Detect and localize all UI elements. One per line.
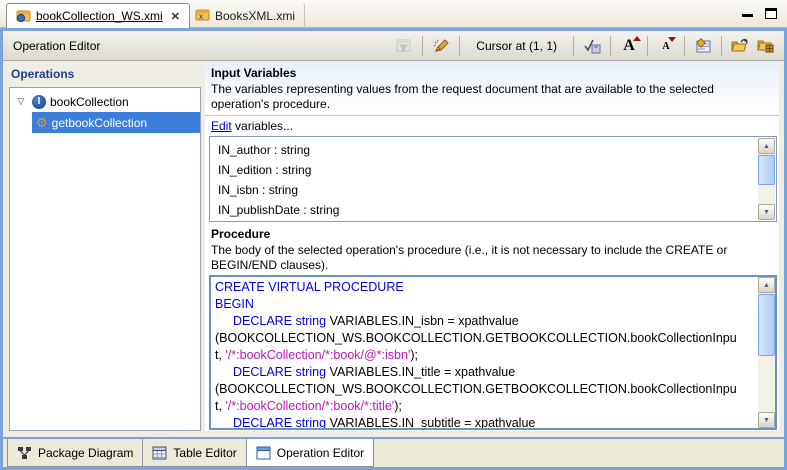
toolbar-separator bbox=[647, 36, 648, 56]
increase-font-icon[interactable]: A bbox=[617, 34, 641, 58]
operation-gear-icon: ⚙ bbox=[36, 116, 48, 129]
tab-bookcollection-ws[interactable]: bookCollection_WS.xmi ✕ bbox=[6, 3, 190, 28]
toolbar-separator bbox=[721, 36, 722, 56]
procedure-description: The body of the selected operation's pro… bbox=[205, 243, 779, 275]
code-line: t, '/*:bookCollection/*:book/*:title'); bbox=[215, 398, 757, 415]
interface-icon: I bbox=[32, 95, 46, 109]
tree-item-operation-selected[interactable]: ⚙ getbookCollection bbox=[32, 112, 200, 133]
scroll-down-icon[interactable]: ▼ bbox=[758, 412, 775, 428]
tab-label: Operation Editor bbox=[277, 446, 364, 460]
operation-editor-icon bbox=[256, 446, 271, 460]
procedure-code-editor[interactable]: CREATE VIRTUAL PROCEDURE BEGIN DECLARE s… bbox=[209, 275, 777, 430]
section-separator bbox=[205, 115, 779, 116]
toolbar-separator bbox=[610, 36, 611, 56]
procedure-section: Procedure The body of the selected opera… bbox=[205, 222, 779, 431]
code-line: (BOOKCOLLECTION_WS.BOOKCOLLECTION.GETBOO… bbox=[215, 330, 757, 347]
interface-label: bookCollection bbox=[50, 95, 129, 109]
open-folder-icon[interactable] bbox=[728, 34, 752, 58]
procedure-scrollbar[interactable]: ▲ ▼ bbox=[758, 277, 775, 428]
variable-item[interactable]: IN_publisher : string bbox=[218, 220, 776, 222]
scrollbar-thumb[interactable] bbox=[758, 294, 775, 356]
cursor-position-status: Cursor at (1, 1) bbox=[466, 39, 567, 53]
details-panel: Input Variables The variables representi… bbox=[205, 61, 779, 431]
scrollbar-thumb[interactable] bbox=[758, 155, 775, 185]
input-variables-section: Input Variables The variables representi… bbox=[205, 61, 779, 222]
input-variables-title: Input Variables bbox=[205, 61, 779, 82]
table-icon bbox=[152, 446, 167, 460]
tab-label: BooksXML.xmi bbox=[215, 9, 295, 23]
toolbar-separator bbox=[459, 36, 460, 56]
close-icon[interactable]: ✕ bbox=[171, 10, 180, 23]
editor-window-buttons bbox=[742, 8, 777, 19]
variable-item[interactable]: IN_edition : string bbox=[218, 160, 776, 180]
editor-content: Operations ▽ I bookCollection ⚙ getbookC… bbox=[3, 61, 784, 437]
code-line: DECLARE string VARIABLES.IN_isbn = xpath… bbox=[215, 313, 757, 330]
sql-code[interactable]: CREATE VIRTUAL PROCEDURE BEGIN DECLARE s… bbox=[211, 277, 757, 428]
editor-tab-bar: bookCollection_WS.xmi ✕ x BooksXML.xmi bbox=[0, 0, 787, 28]
model-file-icon bbox=[16, 8, 31, 25]
editor-preferences-icon[interactable] bbox=[691, 34, 715, 58]
filter-disabled-icon bbox=[392, 34, 416, 58]
export-folder-icon[interactable] bbox=[754, 34, 778, 58]
operation-editor-window: bookCollection_WS.xmi ✕ x BooksXML.xmi O… bbox=[0, 0, 787, 470]
code-line: DECLARE string VARIABLES.IN_title = xpat… bbox=[215, 364, 757, 381]
scroll-up-icon[interactable]: ▲ bbox=[758, 277, 775, 293]
tab-table-editor[interactable]: Table Editor bbox=[142, 439, 246, 467]
variables-scrollbar[interactable]: ▲ ▼ bbox=[758, 138, 775, 220]
toolbar-actions: Cursor at (1, 1) A A bbox=[392, 34, 778, 58]
tab-label: Table Editor bbox=[173, 446, 236, 460]
tab-booksxml[interactable]: x BooksXML.xmi bbox=[186, 3, 305, 28]
toolbar-separator bbox=[573, 36, 574, 56]
minimize-icon[interactable] bbox=[742, 8, 753, 17]
variable-item[interactable]: IN_isbn : string bbox=[218, 180, 776, 200]
variable-rows: IN_author : string IN_edition : string I… bbox=[210, 137, 776, 222]
procedure-title: Procedure bbox=[205, 222, 779, 243]
toolbar-separator bbox=[422, 36, 423, 56]
editor-frame: Operation Editor Cursor at (1, 1) bbox=[0, 28, 787, 470]
edit-variables-line: Edit variables... bbox=[205, 118, 779, 136]
toolbar-title: Operation Editor bbox=[9, 39, 100, 53]
edit-transformation-icon[interactable] bbox=[429, 34, 453, 58]
variable-item[interactable]: IN_author : string bbox=[218, 140, 776, 160]
input-variables-description: The variables representing values from t… bbox=[205, 82, 779, 114]
edit-variables-suffix: variables... bbox=[232, 119, 293, 133]
package-diagram-icon bbox=[17, 446, 32, 460]
tab-label: Package Diagram bbox=[38, 446, 133, 460]
scroll-down-icon[interactable]: ▼ bbox=[758, 204, 775, 220]
code-line: BEGIN bbox=[215, 296, 757, 313]
validate-save-icon[interactable] bbox=[580, 34, 604, 58]
operations-panel: Operations ▽ I bookCollection ⚙ getbookC… bbox=[9, 65, 201, 431]
model-file-icon: x bbox=[195, 7, 210, 24]
tab-operation-editor[interactable]: Operation Editor bbox=[246, 439, 374, 467]
tab-package-diagram[interactable]: Package Diagram bbox=[7, 439, 143, 467]
page-tab-bar: Package Diagram Table Editor Operation E… bbox=[3, 437, 784, 467]
operations-title: Operations bbox=[9, 65, 201, 85]
svg-text:x: x bbox=[199, 12, 203, 21]
scroll-up-icon[interactable]: ▲ bbox=[758, 138, 775, 154]
operation-label: getbookCollection bbox=[52, 116, 147, 130]
code-line: CREATE VIRTUAL PROCEDURE bbox=[215, 279, 757, 296]
toolbar-separator bbox=[684, 36, 685, 56]
editor-body: Operation Editor Cursor at (1, 1) bbox=[3, 31, 784, 467]
edit-variables-link[interactable]: Edit bbox=[211, 119, 232, 133]
input-variables-list[interactable]: IN_author : string IN_edition : string I… bbox=[209, 136, 777, 222]
code-line: DECLARE string VARIABLES.IN_subtitle = x… bbox=[215, 415, 757, 428]
code-line: (BOOKCOLLECTION_WS.BOOKCOLLECTION.GETBOO… bbox=[215, 381, 757, 398]
operations-tree[interactable]: ▽ I bookCollection ⚙ getbookCollection bbox=[9, 87, 201, 431]
operation-editor-toolbar: Operation Editor Cursor at (1, 1) bbox=[3, 31, 784, 61]
code-line: t, '/*:bookCollection/*:book/@*:isbn'); bbox=[215, 347, 757, 364]
maximize-icon[interactable] bbox=[765, 8, 777, 19]
decrease-font-icon[interactable]: A bbox=[654, 34, 678, 58]
variable-item[interactable]: IN_publishDate : string bbox=[218, 200, 776, 220]
tree-item-interface[interactable]: ▽ I bookCollection bbox=[10, 91, 200, 112]
tab-label: bookCollection_WS.xmi bbox=[36, 9, 163, 23]
expander-icon[interactable]: ▽ bbox=[14, 96, 28, 107]
